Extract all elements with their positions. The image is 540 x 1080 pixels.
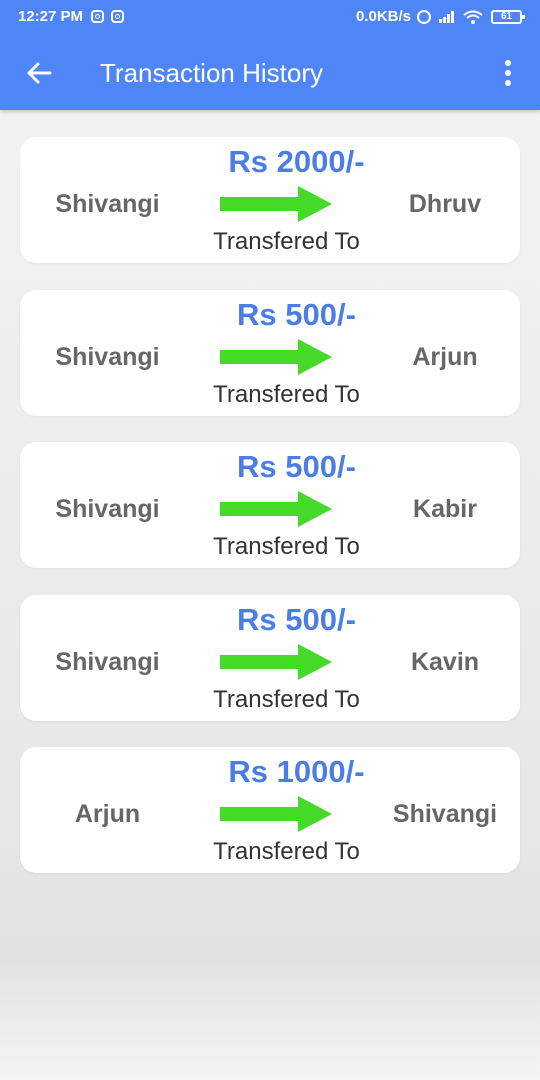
page-title: Transaction History — [100, 58, 323, 88]
transaction-amount: Rs 500/- — [237, 297, 356, 332]
sender-name: Arjun — [74, 800, 141, 828]
transfer-caption: Transfered To — [213, 533, 360, 560]
transaction-card: Rs 500/- Shivangi Arjun Transfered To — [20, 290, 520, 416]
status-right: 0.0KB/s 61 — [355, 8, 525, 25]
transfer-caption: Transfered To — [213, 381, 360, 408]
more-options-icon[interactable] — [498, 58, 518, 88]
transaction-amount: Rs 500/- — [237, 602, 356, 637]
arrow-right-icon — [220, 644, 332, 680]
sender-name: Shivangi — [55, 343, 160, 371]
transaction-card: Rs 1000/- Arjun Shivangi Transfered To — [20, 747, 520, 873]
back-arrow-icon[interactable] — [24, 58, 54, 88]
sender-name: Shivangi — [55, 495, 160, 523]
receiver-name: Kabir — [413, 495, 477, 523]
transfer-caption: Transfered To — [213, 686, 360, 713]
signal-icon — [439, 10, 455, 23]
alarm-icon — [417, 9, 431, 24]
arrow-right-icon — [220, 491, 332, 527]
app-bar: 12:27 PM 0.0KB/s 61 Transaction History — [0, 0, 540, 110]
transaction-list: Rs 2000/- Shivangi Dhruv Transfered To R… — [0, 110, 540, 1080]
wifi-icon — [463, 10, 483, 24]
arrow-right-icon — [220, 796, 332, 832]
receiver-name: Dhruv — [408, 190, 482, 218]
transaction-card: Rs 500/- Shivangi Kabir Transfered To — [20, 442, 520, 568]
network-speed: 0.0KB/s — [355, 8, 411, 25]
instagram-icon — [111, 10, 125, 23]
arrow-right-icon — [220, 339, 332, 375]
receiver-name: Arjun — [412, 343, 478, 371]
transaction-amount: Rs 500/- — [237, 449, 356, 484]
status-time: 12:27 PM — [18, 8, 84, 25]
status-bar: 12:27 PM 0.0KB/s 61 — [0, 0, 540, 34]
sender-name: Shivangi — [55, 648, 160, 676]
battery-indicator: 61 — [491, 9, 525, 24]
receiver-name: Kavin — [410, 648, 480, 676]
instagram-icon — [91, 10, 105, 23]
sender-name: Shivangi — [55, 190, 160, 218]
transaction-card: Rs 2000/- Shivangi Dhruv Transfered To — [20, 137, 520, 263]
transfer-caption: Transfered To — [213, 228, 360, 255]
arrow-right-icon — [220, 186, 332, 222]
transfer-caption: Transfered To — [213, 838, 360, 865]
transaction-card: Rs 500/- Shivangi Kavin Transfered To — [20, 595, 520, 721]
status-left: 12:27 PM — [18, 8, 131, 25]
receiver-name: Shivangi — [392, 800, 498, 828]
transaction-amount: Rs 2000/- — [228, 144, 365, 179]
transaction-amount: Rs 1000/- — [228, 754, 365, 789]
